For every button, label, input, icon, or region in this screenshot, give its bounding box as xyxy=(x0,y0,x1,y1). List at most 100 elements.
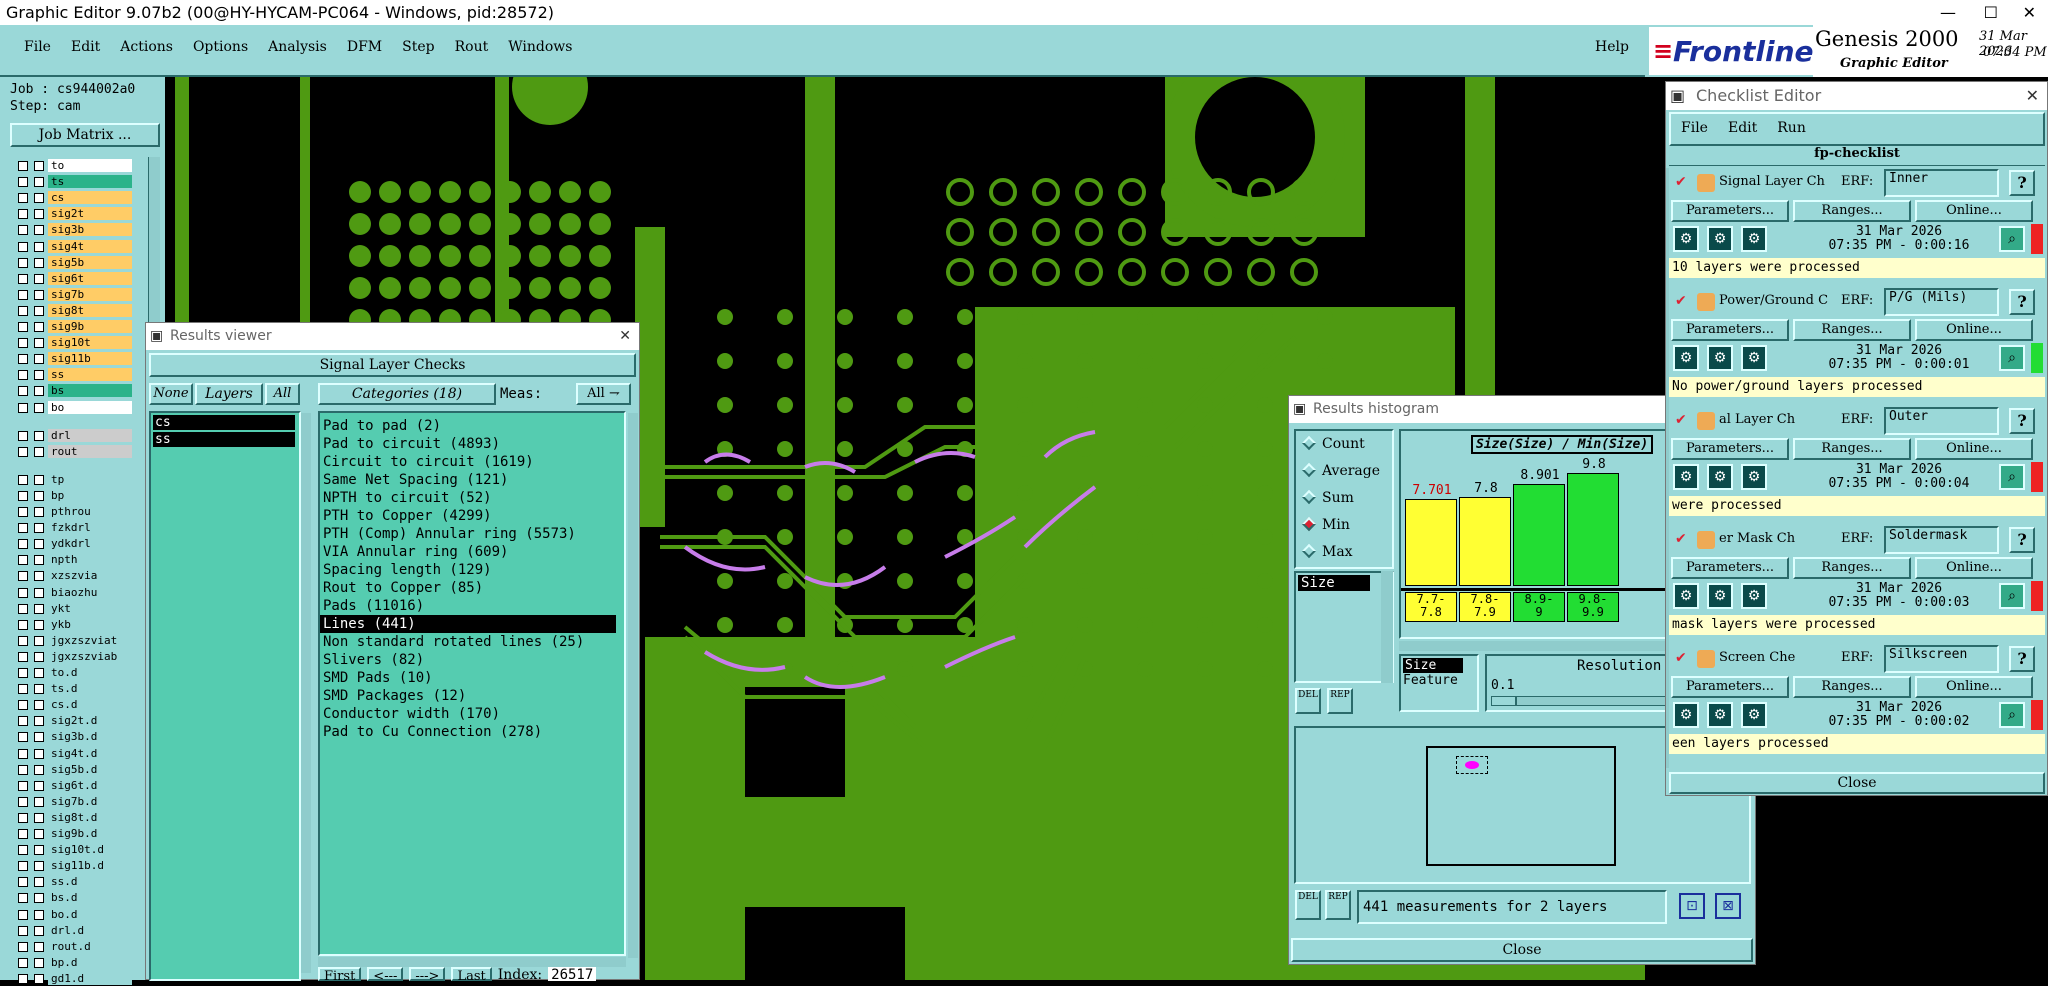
layer-checkbox[interactable] xyxy=(18,555,28,566)
run-selected-icon[interactable]: ⚙ xyxy=(1707,226,1733,252)
layer-row[interactable]: jgxzszviat xyxy=(14,633,132,648)
layer-checkbox[interactable] xyxy=(18,225,28,236)
layer-row[interactable]: sig8t xyxy=(14,303,132,318)
layer-checkbox[interactable] xyxy=(18,354,28,365)
category-item[interactable]: Slivers (82) xyxy=(320,651,624,669)
run-selected-icon[interactable]: ⚙ xyxy=(1707,464,1733,490)
all-button[interactable]: All xyxy=(265,383,300,405)
layer-affect-toggle[interactable] xyxy=(34,619,44,630)
last-button[interactable]: Last xyxy=(451,967,492,981)
layer-checkbox[interactable] xyxy=(18,289,28,300)
layer-checkbox[interactable] xyxy=(18,716,28,727)
layers-scrollbar[interactable] xyxy=(301,413,311,973)
erf-field[interactable]: Soldermask xyxy=(1884,526,1999,554)
layer-checkbox[interactable] xyxy=(18,603,28,614)
category-item[interactable]: Pads (11016) xyxy=(320,597,624,615)
layer-row[interactable]: ydkdrl xyxy=(14,537,132,551)
layer-row[interactable]: sig8t.d xyxy=(14,810,132,825)
run-all-icon[interactable]: ⚙ xyxy=(1741,226,1767,252)
index-input[interactable]: 26517 xyxy=(548,967,597,981)
layer-checkbox[interactable] xyxy=(18,684,28,695)
layer-checkbox[interactable] xyxy=(18,973,28,984)
layer-checkbox[interactable] xyxy=(18,446,28,457)
layer-affect-toggle[interactable] xyxy=(34,571,44,582)
layer-affect-toggle[interactable] xyxy=(34,322,44,332)
ranges-button[interactable]: Ranges... xyxy=(1793,557,1911,579)
zoom-select-icon[interactable]: ⊠ xyxy=(1715,893,1741,919)
layer-checkbox[interactable] xyxy=(18,209,28,220)
layer-checkbox[interactable] xyxy=(18,893,28,904)
layer-checkbox[interactable] xyxy=(18,668,28,678)
parameters-button[interactable]: Parameters... xyxy=(1671,557,1789,579)
layer-affect-toggle[interactable] xyxy=(34,651,44,662)
selected-layer-item[interactable]: ss xyxy=(153,432,295,447)
parameters-button[interactable]: Parameters... xyxy=(1671,200,1789,222)
layer-checkbox[interactable] xyxy=(18,161,28,171)
layer-affect-toggle[interactable] xyxy=(34,209,44,220)
layer-affect-toggle[interactable] xyxy=(34,957,44,968)
layer-row[interactable]: bs xyxy=(14,384,132,398)
layer-checkbox[interactable] xyxy=(18,925,28,936)
help-button[interactable]: ? xyxy=(2009,527,2035,553)
histogram-close-button[interactable]: Close xyxy=(1291,938,1753,962)
layer-row[interactable]: drl.d xyxy=(14,923,132,938)
run-all-icon[interactable]: ⚙ xyxy=(1741,583,1767,609)
online-button[interactable]: Online... xyxy=(1915,676,2033,698)
layer-affect-toggle[interactable] xyxy=(34,523,44,534)
layer-row[interactable]: sig3b xyxy=(14,223,132,237)
category-item[interactable]: Conductor width (170) xyxy=(320,705,624,723)
layer-checkbox[interactable] xyxy=(18,177,28,188)
layer-checkbox[interactable] xyxy=(18,257,28,268)
layer-row[interactable]: sig10t.d xyxy=(14,843,132,857)
layer-checkbox[interactable] xyxy=(18,402,28,413)
layer-row[interactable]: cs.d xyxy=(14,698,132,712)
categories-scrollbar[interactable] xyxy=(628,413,638,958)
layer-affect-toggle[interactable] xyxy=(34,338,44,349)
layer-row[interactable]: biaozhu xyxy=(14,585,132,600)
menu-item-dfm[interactable]: DFM xyxy=(337,39,392,55)
layer-checkbox[interactable] xyxy=(18,305,28,316)
online-button[interactable]: Online... xyxy=(1915,200,2033,222)
run-icon[interactable]: ⚙ xyxy=(1673,345,1699,371)
run-selected-icon[interactable]: ⚙ xyxy=(1707,583,1733,609)
category-item[interactable]: Pad to pad (2) xyxy=(320,417,624,435)
layer-affect-toggle[interactable] xyxy=(34,430,44,441)
check-icon[interactable]: ✔ xyxy=(1675,293,1687,309)
online-button[interactable]: Online... xyxy=(1915,438,2033,460)
layer-checkbox[interactable] xyxy=(18,941,28,952)
layer-checkbox[interactable] xyxy=(18,764,28,775)
layer-checkbox[interactable] xyxy=(18,430,28,441)
selected-layer-item[interactable]: cs xyxy=(153,415,295,430)
layer-checkbox[interactable] xyxy=(18,635,28,646)
layer-row[interactable]: sig11b xyxy=(14,352,132,366)
check-icon[interactable]: ✔ xyxy=(1675,531,1687,547)
layer-affect-toggle[interactable] xyxy=(34,877,44,888)
checklist-menu-file[interactable]: File xyxy=(1681,120,1708,136)
zoom-icon[interactable]: ⌕ xyxy=(1999,464,2025,490)
layer-row[interactable]: bp.d xyxy=(14,955,132,970)
option-sum[interactable]: Sum xyxy=(1296,485,1392,512)
layer-checkbox[interactable] xyxy=(18,732,28,743)
layer-checkbox[interactable] xyxy=(18,619,28,630)
layer-checkbox[interactable] xyxy=(18,812,28,823)
ranges-button[interactable]: Ranges... xyxy=(1793,438,1911,460)
layer-affect-toggle[interactable] xyxy=(34,668,44,678)
layer-checkbox[interactable] xyxy=(18,571,28,582)
layer-affect-toggle[interactable] xyxy=(34,402,44,413)
layer-affect-toggle[interactable] xyxy=(34,289,44,300)
layer-affect-toggle[interactable] xyxy=(34,716,44,727)
layer-row[interactable]: gd1.d xyxy=(14,971,132,986)
ranges-button[interactable]: Ranges... xyxy=(1793,676,1911,698)
layer-row[interactable]: sig6t xyxy=(14,271,132,286)
rep-button[interactable]: REP xyxy=(1327,688,1353,714)
menu-item-windows[interactable]: Windows xyxy=(498,39,582,55)
menu-item-step[interactable]: Step xyxy=(392,39,444,55)
layer-affect-toggle[interactable] xyxy=(34,193,44,204)
histogram-bar[interactable] xyxy=(1405,499,1457,586)
option-min[interactable]: Min xyxy=(1296,512,1392,539)
close-icon[interactable]: ✕ xyxy=(2023,0,2036,25)
layer-checkbox[interactable] xyxy=(18,241,28,252)
layer-affect-toggle[interactable] xyxy=(34,539,44,550)
category-item[interactable]: Circuit to circuit (1619) xyxy=(320,453,624,471)
ranges-button[interactable]: Ranges... xyxy=(1793,319,1911,341)
